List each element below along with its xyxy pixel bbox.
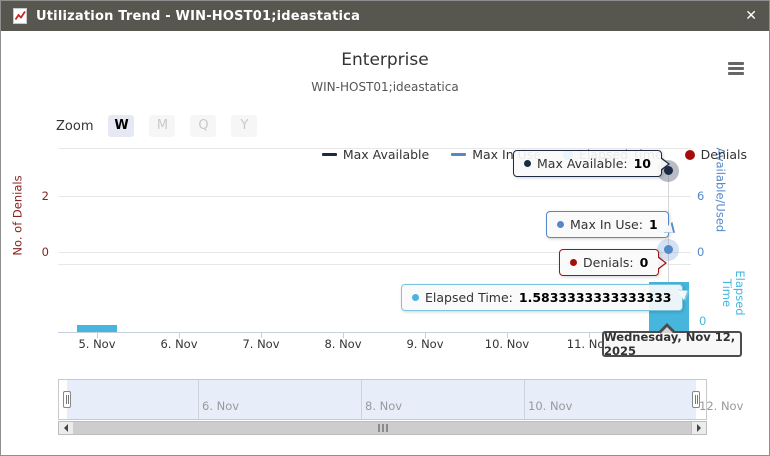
line-marker-icon: [451, 153, 466, 156]
navigator-label: 6. Nov: [202, 399, 239, 413]
x-axis-label: 7. Nov: [231, 337, 291, 351]
tooltip-max-available: Max Available: 10: [513, 150, 662, 177]
tooltip-date-text: Wednesday, Nov 12, 2025: [604, 330, 740, 358]
navigator-label: 8. Nov: [365, 399, 402, 413]
navigator-gridline: [198, 380, 199, 419]
close-icon[interactable]: ✕: [745, 9, 757, 23]
tooltip-value: 0: [640, 255, 649, 270]
trend-chart-icon: [13, 8, 27, 24]
scrollbar-right-arrow-icon[interactable]: [691, 422, 706, 434]
legend-label: Max Available: [343, 147, 429, 162]
tooltip-value: 1: [649, 217, 658, 232]
tooltip-arrow: [657, 257, 665, 269]
tooltip-value: 10: [634, 156, 651, 171]
tooltip-arrow: [660, 327, 674, 334]
navigator-gridline: [361, 380, 362, 419]
scrollbar-thumb[interactable]: [73, 422, 692, 434]
x-axis-label: 5. Nov: [67, 337, 127, 351]
legend-label: Denials: [701, 147, 747, 162]
tooltip-max-in-use: Max In Use: 1: [546, 211, 669, 238]
elapsed-time-bar-nov5[interactable]: [77, 325, 117, 332]
tooltip-marker-icon: [570, 259, 577, 266]
tooltip-date: Wednesday, Nov 12, 2025: [602, 331, 742, 357]
x-axis-label: 6. Nov: [149, 337, 209, 351]
denials-axis-tick: 0: [31, 245, 49, 259]
tooltip-label: Max In Use:: [570, 217, 643, 232]
elapsed-axis-tick: 0: [699, 314, 719, 328]
gridline: [58, 196, 691, 197]
tooltip-elapsed-time: Elapsed Time: 1.5833333333333333: [401, 284, 683, 311]
range-navigator[interactable]: 6. Nov 8. Nov 10. Nov 12. Nov: [58, 379, 707, 420]
tooltip-label: Denials:: [583, 255, 634, 270]
legend-item-denials[interactable]: Denials: [685, 147, 747, 162]
available-axis-tick: 0: [697, 245, 717, 259]
tooltip-marker-icon: [412, 294, 419, 301]
circle-marker-icon: [685, 150, 695, 160]
x-axis-label: 8. Nov: [313, 337, 373, 351]
x-axis-label: 9. Nov: [395, 337, 455, 351]
legend-item-max-available[interactable]: Max Available: [322, 147, 429, 162]
dialog-titlebar: Utilization Trend - WIN-HOST01;ideastati…: [1, 1, 769, 31]
navigator-left-handle[interactable]: [63, 391, 71, 408]
denials-axis-title: No. of Denials: [12, 171, 25, 261]
tooltip-value: 1.5833333333333333: [519, 290, 672, 305]
tooltip-marker-icon: [557, 221, 564, 228]
dialog-title: Utilization Trend - WIN-HOST01;ideastati…: [36, 9, 360, 24]
navigator-label: 10. Nov: [528, 399, 572, 413]
utilization-trend-dialog: Utilization Trend - WIN-HOST01;ideastati…: [0, 0, 770, 456]
horizontal-scrollbar[interactable]: [58, 421, 707, 435]
navigator-right-handle[interactable]: [692, 391, 700, 408]
elapsed-axis-title: Elapsed Time: [720, 270, 746, 316]
max-in-use-point[interactable]: [664, 245, 673, 254]
scrollbar-left-arrow-icon[interactable]: [59, 422, 74, 434]
line-marker-icon: [322, 153, 337, 156]
dialog-body: Enterprise WIN-HOST01;ideastatica Zoom W…: [1, 31, 769, 455]
tooltip-marker-icon: [524, 160, 531, 167]
tooltip-label: Elapsed Time:: [425, 290, 513, 305]
tooltip-label: Max Available:: [537, 156, 628, 171]
tooltip-arrow: [660, 158, 668, 170]
navigator-gridline: [524, 380, 525, 419]
x-axis-label: 10. Nov: [477, 337, 537, 351]
navigator-label: 12. Nov: [699, 399, 743, 413]
tooltip-denials: Denials: 0: [559, 249, 659, 276]
denials-axis-tick: 2: [31, 189, 49, 203]
